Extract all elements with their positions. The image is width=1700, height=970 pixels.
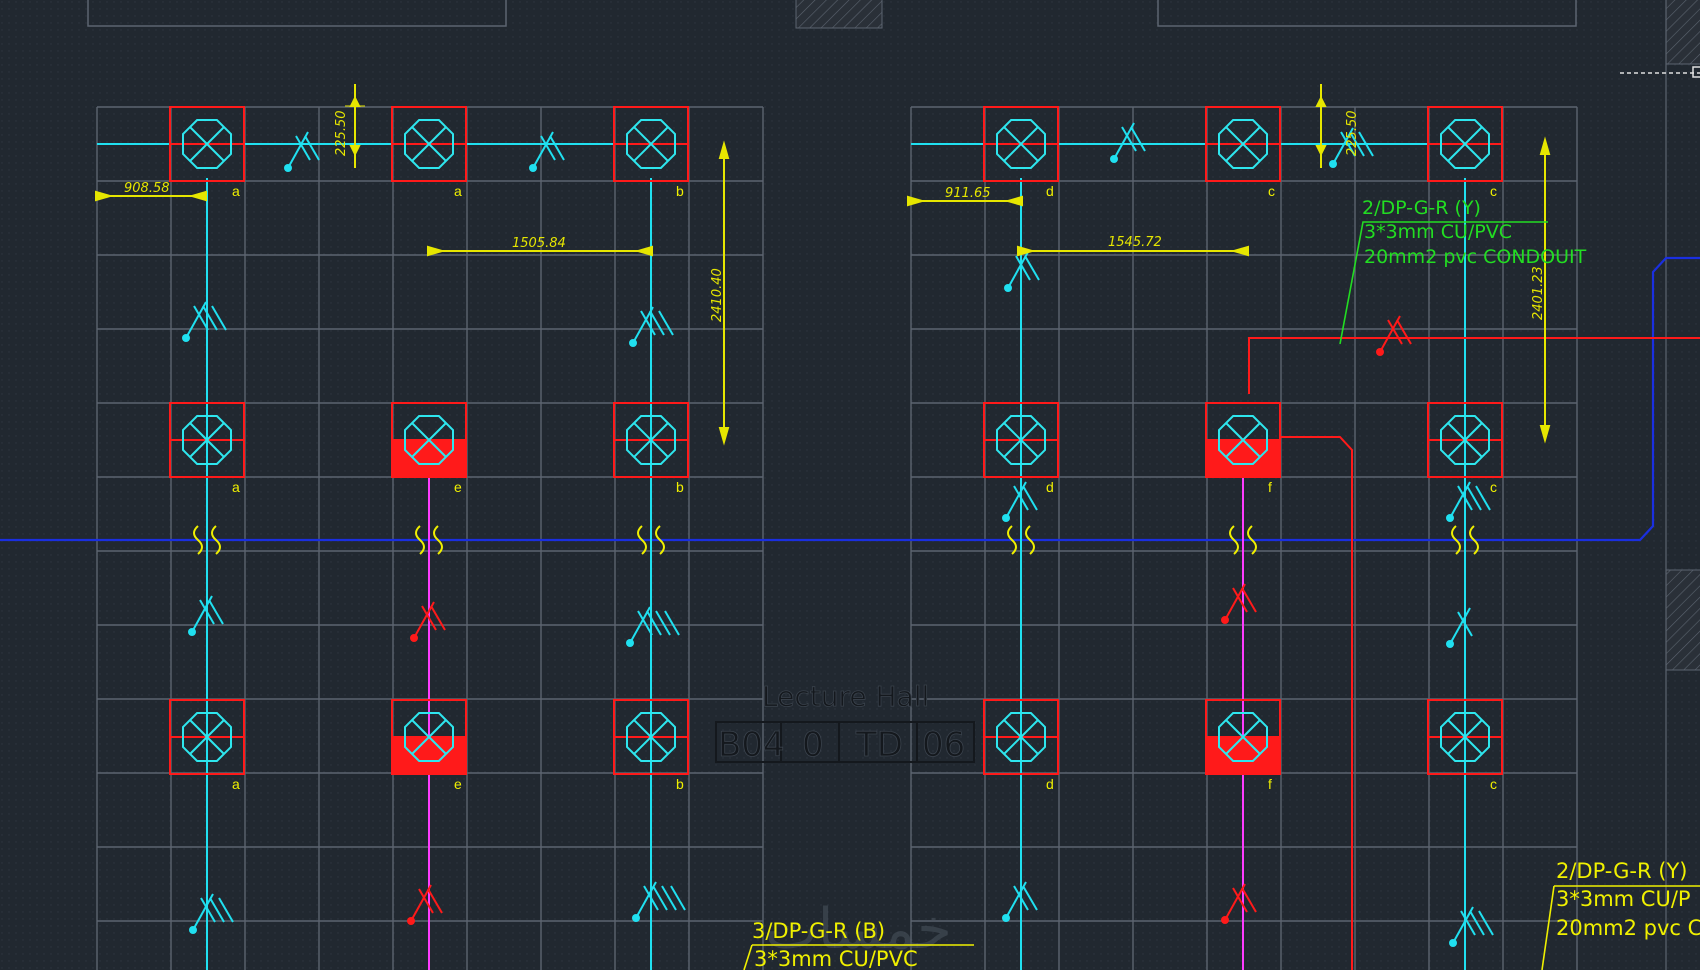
tick-dot bbox=[1221, 616, 1229, 624]
tick-dot bbox=[629, 339, 637, 347]
right-column-hatch-top bbox=[1665, 0, 1700, 65]
drawing-background bbox=[0, 0, 1700, 970]
dim-text-left-top-vertical: 225.50 bbox=[334, 111, 349, 157]
tick-dot bbox=[1221, 916, 1229, 924]
fixture-circuit-letter: d bbox=[1046, 479, 1054, 495]
fixture-circuit-letter: b bbox=[676, 479, 684, 495]
tick-dot bbox=[1449, 939, 1457, 947]
dim-text-right-top-vertical: 225.50 bbox=[1345, 111, 1360, 157]
tick-dot bbox=[1446, 640, 1454, 648]
fixture-circuit-letter: a bbox=[232, 183, 240, 199]
top-column-hatch bbox=[795, 0, 883, 29]
tick-dot bbox=[182, 334, 190, 342]
tick-dot bbox=[407, 917, 415, 925]
dim-text-right-span: 1545.72 bbox=[1108, 235, 1162, 250]
room-code-1: B04 bbox=[718, 725, 785, 765]
emergency-fill bbox=[392, 737, 466, 774]
fixture-circuit-letter: c bbox=[1490, 183, 1497, 199]
fixture-circuit-letter: d bbox=[1046, 776, 1054, 792]
tick-dot bbox=[410, 634, 418, 642]
tick-dot bbox=[1004, 284, 1012, 292]
fixture-circuit-letter: f bbox=[1268, 776, 1272, 792]
room-code-2: 0 bbox=[802, 725, 824, 765]
fixture-circuit-letter: f bbox=[1268, 479, 1272, 495]
fixture-circuit-letter: e bbox=[454, 776, 462, 792]
fixture-circuit-letter: c bbox=[1268, 183, 1275, 199]
tick-dot bbox=[1110, 155, 1118, 163]
fixture-circuit-letter: a bbox=[232, 776, 240, 792]
fixture-circuit-letter: a bbox=[232, 479, 240, 495]
fixture-circuit-letter: e bbox=[454, 479, 462, 495]
green-circuit-id: 2/DP-G-R (Y) bbox=[1362, 197, 1481, 219]
room-code-4: 06 bbox=[922, 725, 965, 765]
green-cable-spec: 3*3mm CU/PVC bbox=[1364, 221, 1512, 243]
right-column-hatch-bottom bbox=[1665, 569, 1700, 671]
fixture-circuit-letter: b bbox=[676, 183, 684, 199]
emergency-fill bbox=[1206, 737, 1280, 774]
fixture-circuit-letter: d bbox=[1046, 183, 1054, 199]
bottom-right-cable-spec: 3*3mm CU/P bbox=[1556, 887, 1691, 911]
bottom-center-circuit-id: 3/DP-G-R (B) bbox=[752, 919, 885, 943]
emergency-fill bbox=[392, 440, 466, 477]
green-conduit-spec: 20mm2 pvc CONDOUIT bbox=[1364, 246, 1587, 268]
bottom-center-cable-spec: 3*3mm CU/PVC bbox=[754, 947, 918, 970]
dim-text-left-horizontal: 908.58 bbox=[124, 181, 170, 196]
cad-drawing-canvas[interactable]: a a b d c c a e b d f c a e b d f c 225.50… bbox=[0, 0, 1700, 970]
emergency-fill bbox=[1206, 440, 1280, 477]
room-code-3: TD bbox=[855, 725, 903, 765]
tick-dot bbox=[529, 164, 537, 172]
fixture-circuit-letter: b bbox=[676, 776, 684, 792]
dim-text-right-vertical: 2401.23 bbox=[1531, 266, 1546, 320]
dim-text-right-horizontal: 911.65 bbox=[945, 186, 991, 201]
tick-dot bbox=[188, 628, 196, 636]
tick-dot bbox=[1446, 514, 1454, 522]
tick-dot bbox=[626, 639, 634, 647]
room-name: Lecture Hall bbox=[762, 680, 929, 713]
dim-text-left-vertical: 2410.40 bbox=[710, 268, 725, 322]
bottom-right-circuit-id: 2/DP-G-R (Y) bbox=[1556, 859, 1688, 883]
tick-dot bbox=[189, 926, 197, 934]
tick-dot bbox=[284, 164, 292, 172]
fixture-circuit-letter: a bbox=[454, 183, 462, 199]
tick-dot bbox=[1002, 914, 1010, 922]
fixture-circuit-letter: c bbox=[1490, 479, 1497, 495]
tick-dot bbox=[1329, 160, 1337, 168]
tick-dot bbox=[1002, 514, 1010, 522]
bottom-right-conduit-spec: 20mm2 pvc C bbox=[1556, 916, 1700, 940]
fixture-circuit-letter: c bbox=[1490, 776, 1497, 792]
dim-text-left-span: 1505.84 bbox=[512, 236, 566, 251]
tick-dot bbox=[1376, 348, 1384, 356]
tick-dot bbox=[632, 914, 640, 922]
